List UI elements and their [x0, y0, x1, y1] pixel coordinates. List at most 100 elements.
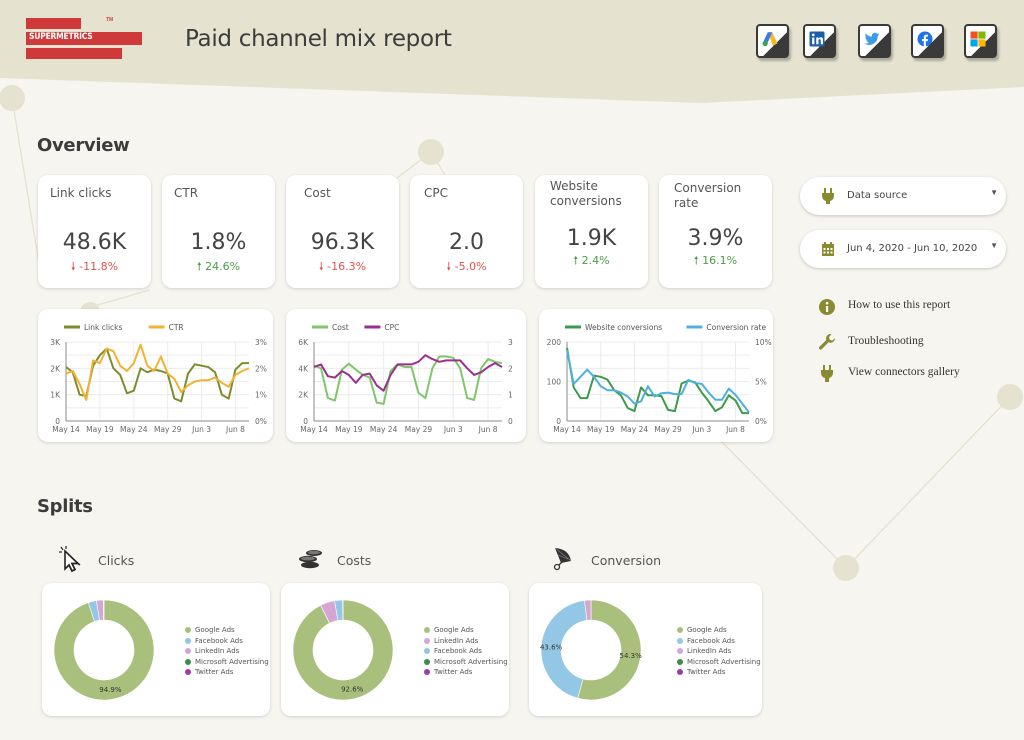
legend-label: Facebook Ads: [687, 636, 735, 645]
legend-dot: [185, 648, 191, 655]
microsoft-icon: [970, 31, 986, 46]
data-source-select[interactable]: Data source ▼: [800, 177, 1006, 215]
y-right-tick-label: 3%: [255, 338, 267, 347]
coins-icon: [299, 550, 322, 569]
x-tick-label: May 24: [120, 425, 148, 434]
legend-dot: [677, 648, 683, 655]
splits-title: Splits: [37, 496, 93, 517]
legend-label: Microsoft Advertising: [434, 657, 508, 666]
legend-dot: [677, 658, 683, 665]
legend-label: Google Ads: [434, 626, 474, 635]
split-label: Costs: [337, 553, 372, 568]
kpi-value: 2.0: [449, 230, 484, 255]
x-tick-label: May 19: [86, 425, 114, 434]
legend-dot: [677, 637, 683, 644]
split-label: Clicks: [98, 553, 135, 568]
y-right-tick-label: 0%: [255, 417, 267, 426]
kpi-ctr: CTR 1.8% 🠕 24.6%: [162, 175, 275, 288]
kpi-label: CPC: [424, 186, 448, 200]
legend-item-google-ads: Google Ads: [677, 625, 761, 636]
legend-item-twitter-ads: Twitter Ads: [677, 667, 761, 678]
x-tick-label: May 29: [654, 425, 682, 434]
info-icon: [819, 299, 835, 315]
legend-label: LinkedIn Ads: [434, 636, 479, 645]
kpi-delta: 🠕 24.6%: [196, 260, 241, 273]
kpi-conversion-rate: Conversion rate 3.9% 🠕 16.1%: [659, 175, 772, 288]
kpi-value: 96.3K: [310, 230, 375, 255]
connector-facebook[interactable]: [911, 24, 944, 58]
kpi-cpc: CPC 2.0 🠗 -5.0%: [410, 175, 523, 288]
y-right-tick-label: 5%: [755, 378, 767, 387]
legend-label-link-clicks: Link clicks: [84, 323, 123, 332]
chart-legend: Google Ads Facebook Ads LinkedIn Ads Micros…: [185, 625, 269, 678]
legend-dot: [424, 648, 430, 655]
connector-google-ads[interactable]: [756, 24, 789, 58]
legend-item-google-ads: Google Ads: [185, 625, 269, 636]
data-source-label: Data source: [847, 190, 908, 201]
chart-conversions-rate: Website conversions Conversion rate May 14…: [539, 309, 773, 442]
legend-label: Facebook Ads: [434, 647, 482, 656]
y-right-tick-label: 0: [508, 417, 513, 426]
x-tick-label: May 19: [335, 425, 363, 434]
pie-data-label: 92.6%: [341, 685, 364, 693]
calendar-icon: [822, 242, 834, 256]
x-tick-label: May 24: [621, 425, 649, 434]
legend-label: Microsoft Advertising: [195, 657, 269, 666]
arrow-down-icon: 🠗: [70, 260, 76, 273]
kpi-delta: 🠕 2.4%: [573, 254, 610, 267]
legend-label: Facebook Ads: [195, 636, 243, 645]
x-tick-label: May 24: [370, 425, 398, 434]
y-right-tick-label: 2%: [255, 364, 267, 373]
y-right-tick-label: 1: [508, 391, 513, 400]
logo-text: SUPERMETRICS: [29, 32, 93, 42]
pie-card-conversion: 54.3% 43.6% Google Ads Facebook Ads LinkedI…: [529, 583, 762, 716]
legend-label-website-conversions: Website conversions: [585, 323, 662, 332]
pie-data-label: 54.3%: [620, 652, 643, 660]
y-right-tick-label: 2: [508, 364, 513, 373]
page-title: Paid channel mix report: [185, 26, 452, 52]
split-label: Conversion: [591, 553, 662, 568]
kpi-website-conversions: Website conversions 1.9K 🠕 2.4%: [535, 175, 648, 288]
cursor-click-icon: [59, 546, 81, 573]
kpi-label: Link clicks: [50, 186, 112, 200]
kpi-delta: 🠗 -16.3%: [318, 260, 367, 273]
arrow-down-icon: 🠗: [318, 260, 324, 273]
y-left-tick-label: 2K: [50, 364, 61, 373]
legend-dot: [424, 637, 430, 644]
line-chart-svg: Website conversions Conversion rate May 14…: [547, 323, 772, 434]
chart-cost-cpc: Cost CPC May 14 May 19 May 24 May 29 Jun 3 Jun …: [286, 309, 526, 442]
wrench-icon: [819, 334, 836, 350]
megaphone-icon: [553, 547, 572, 571]
pie-card-clicks: 94.9% Google Ads Facebook Ads LinkedIn Ads…: [42, 583, 270, 716]
legend-dot: [185, 637, 191, 644]
x-tick-label: Jun 3: [691, 425, 711, 434]
chart-legend: Google Ads LinkedIn Ads Facebook Ads Micros…: [424, 625, 508, 678]
connector-linkedin[interactable]: [803, 24, 836, 58]
legend-label: Twitter Ads: [434, 668, 473, 677]
link-label: How to use this report: [848, 299, 951, 311]
y-right-tick-label: 3: [508, 338, 513, 347]
x-tick-label: Jun 3: [443, 425, 463, 434]
connector-microsoft[interactable]: [964, 24, 997, 58]
legend-label: Google Ads: [195, 626, 235, 635]
pie-data-label: 94.9%: [99, 686, 122, 694]
date-range-picker[interactable]: Jun 4, 2020 - Jun 10, 2020 ▼: [800, 230, 1006, 268]
kpi-label: Conversion rate: [674, 181, 742, 210]
arrow-down-icon: 🠗: [446, 260, 452, 273]
twitter-icon: [864, 32, 880, 45]
linkedin-icon: [809, 31, 825, 46]
arrow-up-icon: 🠕: [196, 260, 202, 273]
legend-label: Twitter Ads: [687, 668, 726, 677]
y-left-tick-label: 4K: [298, 364, 309, 373]
line-chart-svg: Cost CPC May 14 May 19 May 24 May 29 Jun 3 Jun …: [298, 323, 513, 434]
x-tick-label: Jun 8: [478, 425, 498, 434]
legend-item-linkedin-ads: LinkedIn Ads: [185, 646, 269, 657]
legend-item-facebook-ads: Facebook Ads: [424, 646, 508, 657]
connector-twitter[interactable]: [858, 24, 891, 58]
arrow-up-icon: 🠕: [693, 254, 699, 267]
x-tick-label: Jun 8: [225, 425, 245, 434]
google-ads-icon: [762, 31, 778, 46]
pie-card-costs: 92.6% Google Ads LinkedIn Ads Facebook Ads…: [281, 583, 509, 716]
legend-label-ctr: CTR: [169, 323, 184, 332]
y-left-tick-label: 0: [556, 417, 561, 426]
